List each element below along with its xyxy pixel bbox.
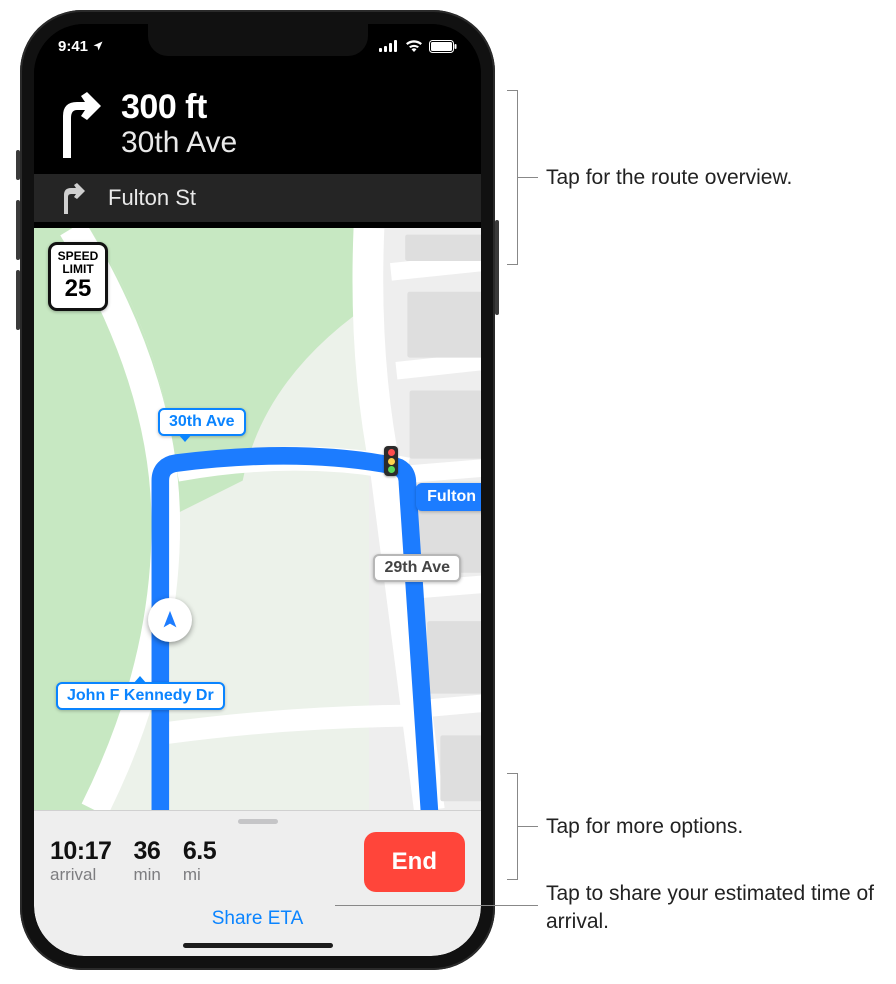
notch: [148, 24, 368, 56]
end-button[interactable]: End: [364, 832, 465, 892]
map-label-29th-ave: 29th Ave: [373, 554, 461, 582]
direction-main: 300 ft 30th Ave: [34, 82, 481, 174]
duration-label: min: [133, 865, 160, 885]
direction-next-street: Fulton St: [108, 185, 196, 211]
callout-more-options: Tap for more options.: [546, 813, 743, 841]
volume-up-button[interactable]: [16, 200, 20, 260]
speed-limit-sign: SPEED LIMIT 25: [48, 242, 108, 311]
callout-share-eta: Tap to share your estimated time of arri…: [546, 880, 876, 937]
map-label-30th-ave: 30th Ave: [158, 408, 246, 436]
arrival-label: arrival: [50, 865, 111, 885]
duration-value: 36: [133, 839, 160, 864]
volume-down-button[interactable]: [16, 270, 20, 330]
arrival-stat: 10:17 arrival: [50, 839, 111, 885]
map-svg: [34, 228, 481, 810]
turn-right-small-icon: [56, 182, 86, 214]
status-icons: [379, 40, 457, 53]
map-label-fulton: Fulton: [416, 483, 481, 511]
map[interactable]: SPEED LIMIT 25 30th Ave Fulton 29th Ave …: [34, 228, 481, 810]
direction-street: 30th Ave: [121, 126, 237, 160]
callout-line-2: [518, 826, 538, 827]
cellular-icon: [379, 40, 399, 52]
status-time: 9:41: [58, 38, 104, 55]
speed-limit-label-2: LIMIT: [53, 263, 103, 275]
direction-distance: 300 ft: [121, 90, 237, 124]
home-indicator[interactable]: [183, 943, 333, 948]
speed-limit-value: 25: [53, 277, 103, 301]
screen: 9:41: [34, 24, 481, 956]
bottom-tray[interactable]: 10:17 arrival 36 min 6.5 mi End Share ET…: [34, 810, 481, 956]
traffic-light-icon: [384, 446, 398, 476]
turn-right-icon: [47, 92, 103, 158]
power-button[interactable]: [495, 220, 499, 315]
callout-line-3: [335, 905, 538, 906]
map-label-jfk: John F Kennedy Dr: [56, 682, 225, 710]
speed-limit-label-1: SPEED: [53, 250, 103, 262]
callout-bracket-1: [508, 90, 518, 265]
arrival-time: 10:17: [50, 839, 111, 864]
tray-grabber[interactable]: [238, 819, 278, 824]
share-eta-button[interactable]: Share ETA: [50, 908, 465, 930]
distance-value: 6.5: [183, 839, 216, 864]
callout-bracket-2: [508, 773, 518, 880]
mute-switch[interactable]: [16, 150, 20, 180]
location-icon: [92, 40, 104, 52]
battery-icon: [429, 40, 457, 53]
callout-line-1: [518, 177, 538, 178]
wifi-icon: [405, 40, 423, 52]
duration-stat: 36 min: [133, 839, 160, 885]
distance-stat: 6.5 mi: [183, 839, 216, 885]
status-time-text: 9:41: [58, 38, 88, 55]
tray-stats-row: 10:17 arrival 36 min 6.5 mi End: [50, 832, 465, 892]
distance-label: mi: [183, 865, 216, 885]
current-location-puck: [148, 598, 192, 642]
callout-route-overview: Tap for the route overview.: [546, 164, 792, 192]
phone-frame: 9:41: [20, 10, 495, 970]
direction-next: Fulton St: [34, 174, 481, 222]
